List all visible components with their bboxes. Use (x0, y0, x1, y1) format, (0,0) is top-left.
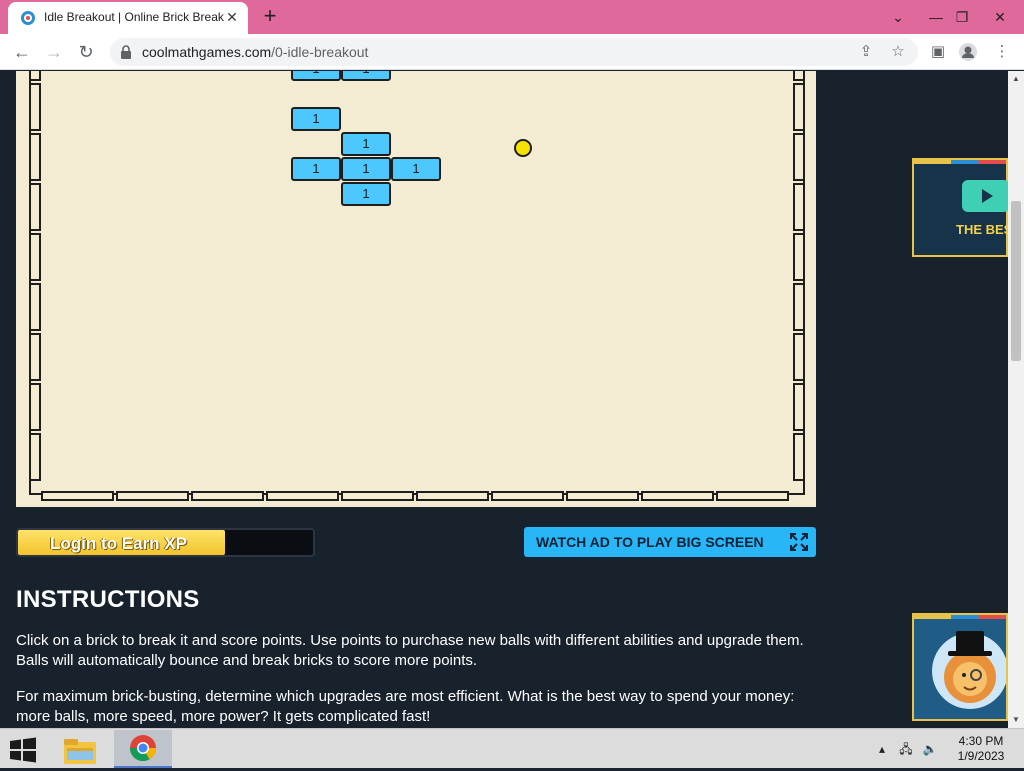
login-to-earn-xp-label: Login to Earn XP (50, 534, 187, 553)
play-icon[interactable] (962, 180, 1008, 212)
floor-segment (191, 491, 264, 501)
instructions-paragraph-2: For maximum brick-busting, determine whi… (16, 688, 795, 725)
watch-ad-big-screen-button[interactable]: WATCH AD TO PLAY BIG SCREEN (524, 527, 816, 557)
right-wall-segment (793, 233, 805, 281)
floor-segment (416, 491, 489, 501)
url-path: /0-idle-breakout (271, 44, 369, 60)
profile-icon[interactable] (958, 42, 978, 62)
taskbar-clock[interactable]: 4:30 PM 1/9/2023 (950, 734, 1012, 764)
side-panel-icon[interactable]: ▣ (928, 42, 948, 62)
floor-segment (266, 491, 339, 501)
ad-color-stripe (914, 160, 1006, 164)
brick[interactable]: 1 (341, 182, 391, 206)
page-content: 11111111 Login to Earn XP WATCH AD TO PL… (0, 71, 1008, 728)
scroll-up-icon[interactable]: ▲ (1008, 71, 1024, 87)
left-wall-segment (29, 233, 41, 281)
scroll-down-icon[interactable]: ▼ (1008, 712, 1024, 728)
right-wall-segment (793, 183, 805, 231)
instructions-heading: INSTRUCTIONS (16, 586, 200, 613)
big-screen-label: WATCH AD TO PLAY BIG SCREEN (536, 534, 764, 550)
floor-segment (716, 491, 789, 501)
video-ad-banner[interactable]: THE BES (912, 158, 1008, 257)
page-scrollbar[interactable]: ▲ ▼ (1008, 71, 1024, 728)
xp-progress-bar[interactable]: Login to Earn XP (16, 528, 315, 557)
brick[interactable]: 1 (341, 132, 391, 156)
chrome-icon (129, 735, 157, 762)
reload-icon[interactable]: ↻ (74, 40, 98, 64)
lock-icon (121, 45, 131, 59)
coolmath-favicon-icon (21, 11, 35, 25)
forward-icon[interactable]: → (42, 40, 66, 64)
floor-segment (341, 491, 414, 501)
windows-start-icon[interactable] (8, 737, 38, 763)
brick[interactable]: 1 (341, 157, 391, 181)
mascot-ad-banner[interactable] (912, 613, 1008, 721)
scroll-thumb[interactable] (1011, 201, 1021, 361)
floor-segment (116, 491, 189, 501)
brick[interactable]: 1 (291, 107, 341, 131)
game-frame[interactable]: 11111111 (16, 71, 816, 507)
brick[interactable]: 1 (341, 71, 391, 81)
network-icon[interactable]: 🖧 (898, 741, 914, 757)
file-explorer-icon[interactable] (60, 733, 100, 767)
play-triangle (982, 189, 993, 203)
clock-time: 4:30 PM (958, 734, 1004, 748)
video-ad-text: THE BES (956, 222, 1008, 237)
lion-mascot-icon (932, 631, 1006, 709)
left-wall-segment (29, 283, 41, 331)
right-wall-segment (793, 283, 805, 331)
url-text: coolmathgames.com/0-idle-breakout (142, 44, 368, 60)
right-wall-segment (793, 333, 805, 381)
floor-segment (41, 491, 114, 501)
instructions-paragraph-1: Click on a brick to break it and score p… (16, 632, 804, 669)
right-wall-segment (793, 71, 805, 81)
ball (514, 139, 532, 157)
left-wall-segment (29, 383, 41, 431)
left-wall-segment (29, 133, 41, 181)
close-window-button[interactable]: ✕ (982, 0, 1018, 34)
browser-toolbar: ← → ↻ coolmathgames.com/0-idle-breakout … (0, 34, 1024, 70)
floor-segment (566, 491, 639, 501)
tab-close-icon[interactable]: ✕ (224, 9, 240, 25)
left-wall-segment (29, 333, 41, 381)
left-wall-segment (29, 83, 41, 131)
volume-icon[interactable]: 🔈 (922, 741, 938, 757)
right-wall-segment (793, 383, 805, 431)
left-wall-segment (29, 433, 41, 481)
chrome-taskbar-button[interactable] (114, 730, 172, 768)
tab-strip: Idle Breakout | Online Brick Breaker ✕ +… (0, 0, 1024, 34)
right-wall-segment (793, 83, 805, 131)
game-board[interactable] (29, 71, 805, 501)
share-icon[interactable]: ⇪ (856, 42, 876, 62)
menu-icon[interactable]: ⋮ (992, 42, 1012, 62)
brick[interactable]: 1 (291, 157, 341, 181)
tab-search-button[interactable]: ⌄ (880, 0, 916, 34)
floor-segment (491, 491, 564, 501)
tab-title: Idle Breakout | Online Brick Breaker (44, 10, 224, 24)
tray-overflow-icon[interactable]: ▴ (874, 741, 890, 757)
brick[interactable]: 1 (391, 157, 441, 181)
windows-taskbar: ▴ 🖧 🔈 4:30 PM 1/9/2023 (0, 728, 1024, 768)
floor-segment (641, 491, 714, 501)
expand-icon (790, 533, 808, 551)
star-icon[interactable]: ☆ (888, 42, 908, 62)
brick[interactable]: 1 (291, 71, 341, 81)
restore-button[interactable]: ❐ (944, 0, 980, 34)
new-tab-button[interactable]: + (259, 5, 281, 27)
url-host: coolmathgames.com (142, 44, 272, 60)
right-wall-segment (793, 433, 805, 481)
profile-avatar (959, 43, 977, 61)
back-icon[interactable]: ← (10, 40, 34, 64)
right-wall-segment (793, 133, 805, 181)
browser-tab[interactable]: Idle Breakout | Online Brick Breaker ✕ (8, 2, 248, 34)
clock-date: 1/9/2023 (957, 749, 1005, 763)
left-wall-segment (29, 183, 41, 231)
left-wall-segment (29, 71, 41, 81)
address-bar[interactable]: coolmathgames.com/0-idle-breakout ⇪ ☆ (110, 38, 918, 66)
